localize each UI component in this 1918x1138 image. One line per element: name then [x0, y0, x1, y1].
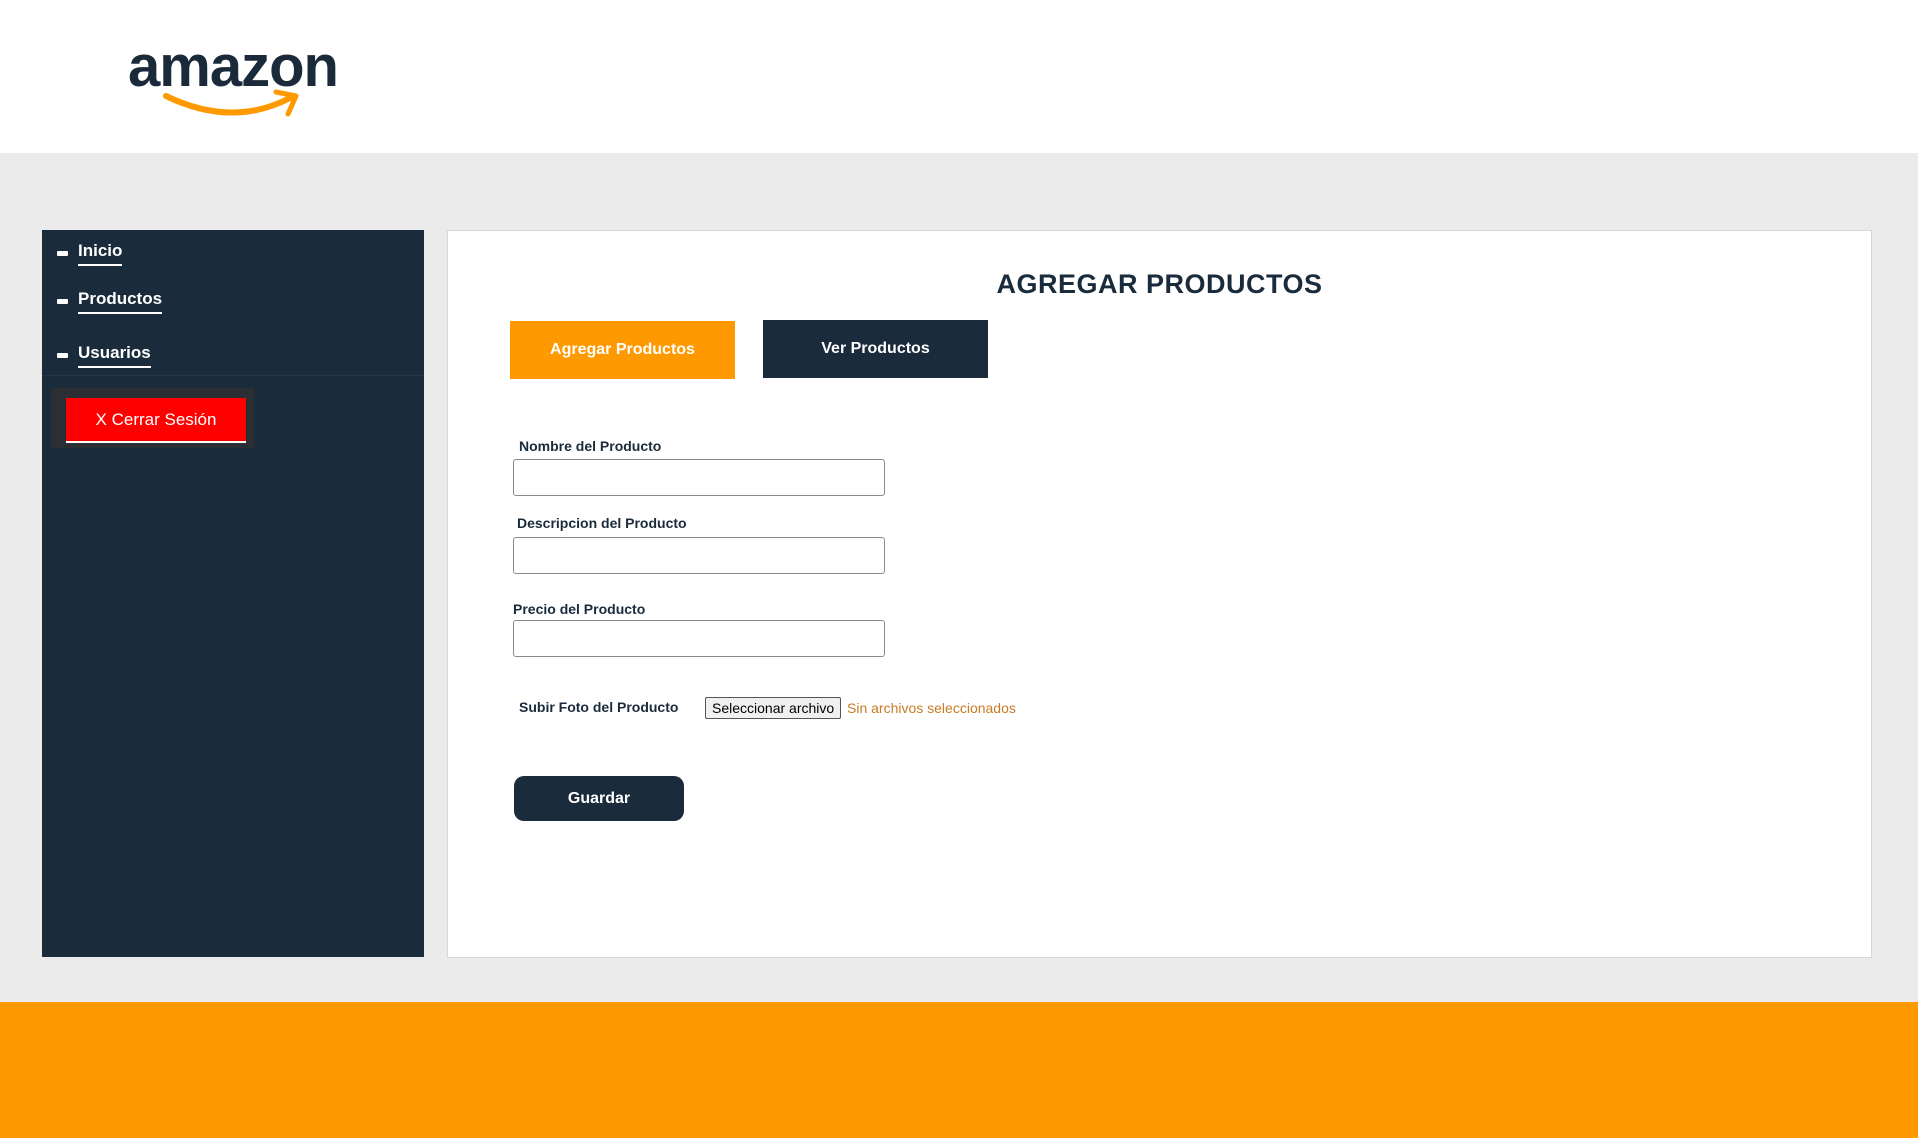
file-status-text: Sin archivos seleccionados	[847, 700, 1016, 716]
product-description-input[interactable]	[513, 537, 885, 574]
product-price-input[interactable]	[513, 620, 885, 657]
sidebar-item-inicio[interactable]: Inicio	[57, 241, 123, 266]
footer	[0, 1002, 1918, 1138]
amazon-logo[interactable]: amazon	[128, 38, 358, 124]
save-button[interactable]: Guardar	[514, 776, 684, 821]
sidebar-item-label: Inicio	[78, 241, 123, 266]
product-description-label: Descripcion del Producto	[517, 515, 687, 531]
choose-file-button[interactable]: Seleccionar archivo	[705, 697, 842, 719]
sidebar-item-label: Productos	[78, 289, 163, 314]
page-title: AGREGAR PRODUCTOS	[996, 269, 1323, 299]
product-photo-label: Subir Foto del Producto	[519, 699, 679, 715]
dash-bullet-icon	[57, 299, 68, 304]
product-price-label: Precio del Producto	[513, 601, 646, 617]
logout-button[interactable]: X Cerrar Sesión	[66, 398, 246, 443]
tab-agregar-productos[interactable]: Agregar Productos	[510, 321, 735, 379]
logout-container: X Cerrar Sesión	[51, 388, 254, 448]
sidebar-divider	[42, 375, 424, 376]
dash-bullet-icon	[57, 251, 68, 256]
sidebar-item-productos[interactable]: Productos	[57, 289, 163, 314]
product-name-label: Nombre del Producto	[519, 438, 662, 454]
tab-ver-productos[interactable]: Ver Productos	[763, 320, 988, 378]
sidebar-item-label: Usuarios	[78, 343, 151, 368]
product-name-input[interactable]	[513, 459, 885, 496]
main-panel: AGREGAR PRODUCTOS Agregar Productos Ver …	[447, 230, 1872, 958]
dash-bullet-icon	[57, 353, 68, 358]
sidebar-item-usuarios[interactable]: Usuarios	[57, 343, 151, 368]
amazon-smile-icon	[163, 89, 299, 117]
header: amazon	[0, 0, 1918, 153]
sidebar: Inicio Productos Usuarios X Cerrar Sesió…	[42, 230, 424, 957]
